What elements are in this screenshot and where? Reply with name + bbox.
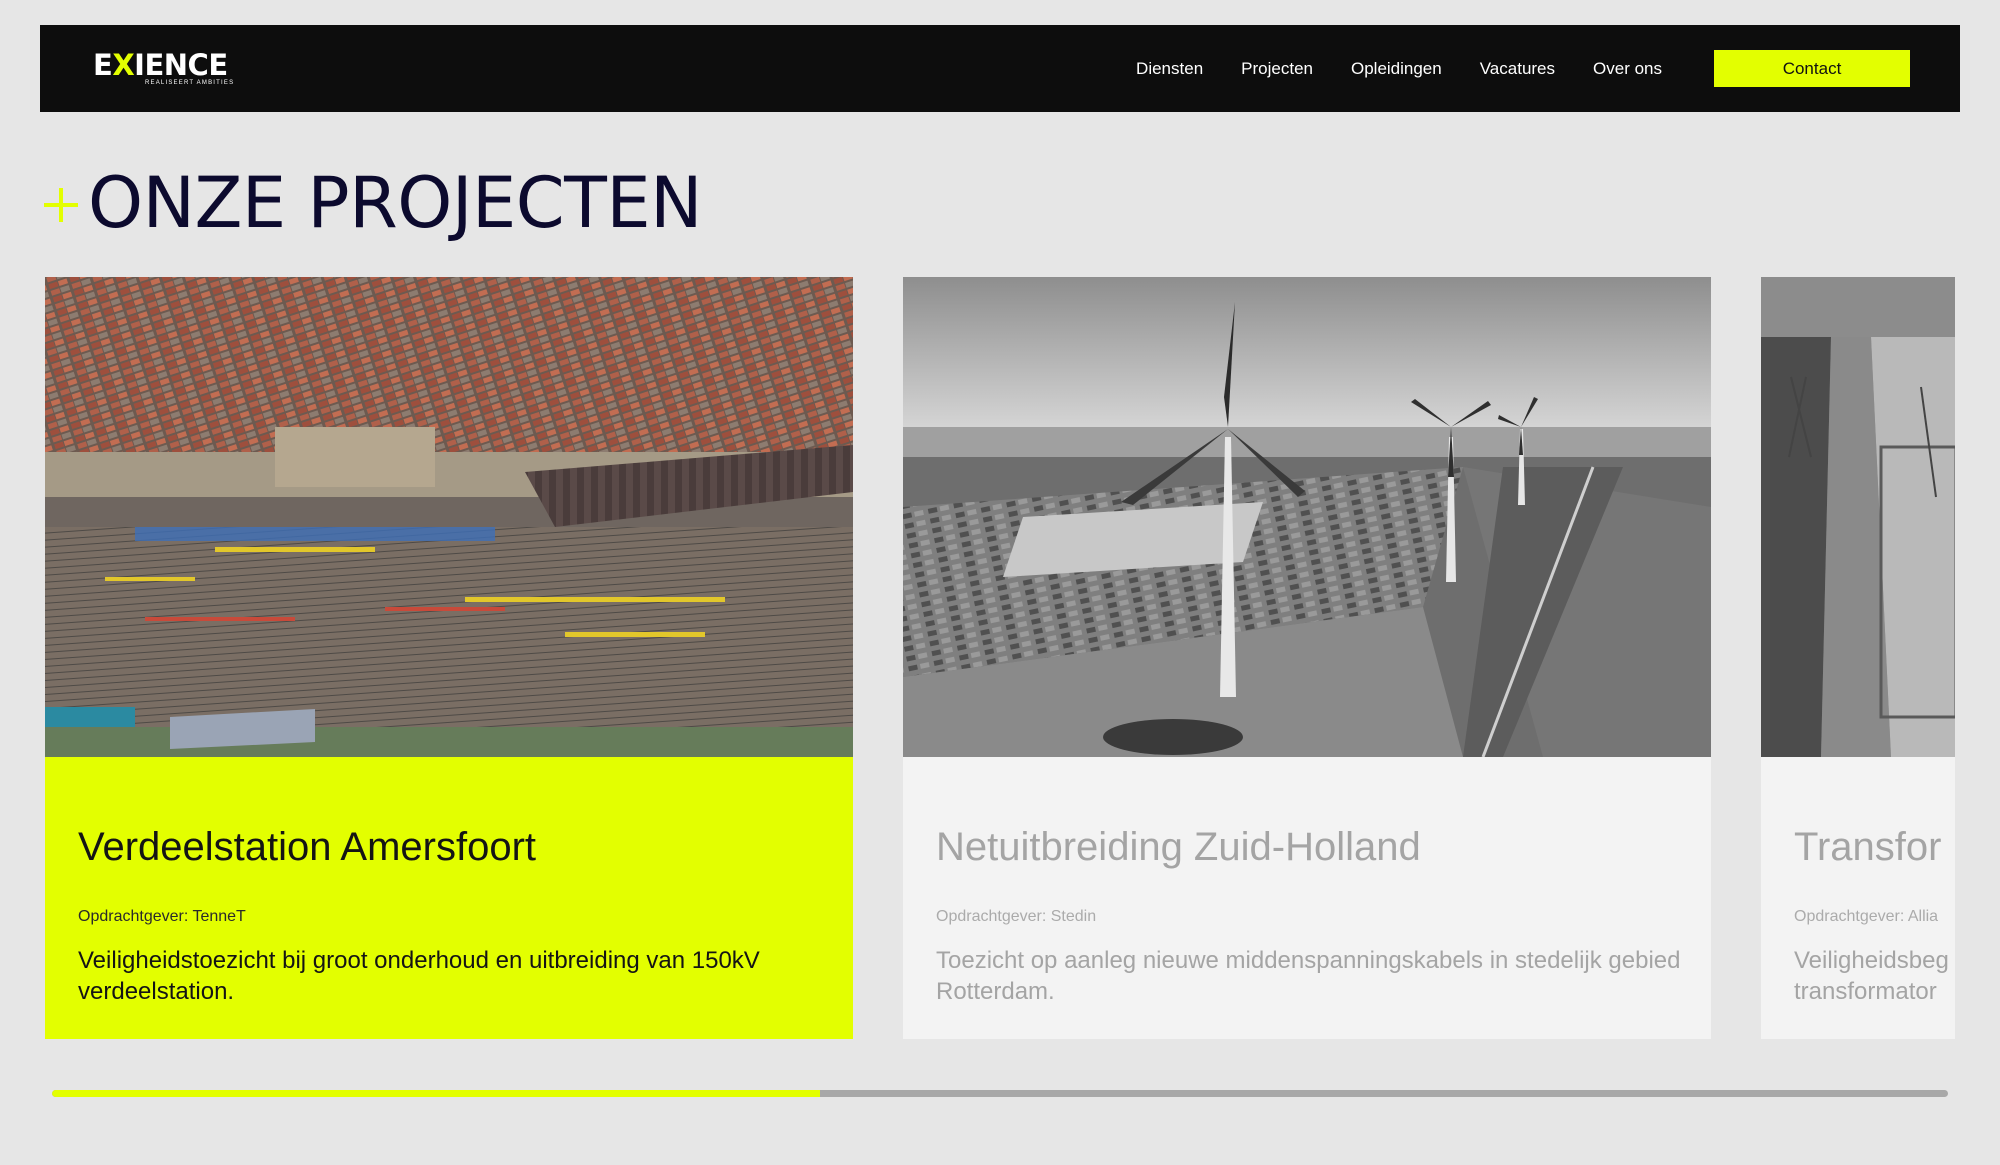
project-title[interactable]: Transfor — [1794, 825, 1941, 870]
page-title: ONZE PROJECTEN — [88, 162, 702, 244]
project-client: Opdrachtgever: TenneT — [78, 908, 246, 925]
project-client: Opdrachtgever: Stedin — [936, 908, 1097, 925]
project-card-body: Netuitbreiding Zuid-Holland Opdrachtgeve… — [903, 757, 1711, 1039]
projects-carousel[interactable]: Verdeelstation Amersfoort Opdrachtgever:… — [45, 277, 1955, 1039]
main-nav: Diensten Projecten Opleidingen Vacatures… — [1136, 25, 1662, 112]
project-card-transformator[interactable]: Transfor Opdrachtgever: Allia Veiligheid… — [1761, 277, 1955, 1039]
logo-wordmark: EXIENCE — [93, 48, 228, 82]
project-card-netuitbreiding-zuid-holland[interactable]: Netuitbreiding Zuid-Holland Opdrachtgeve… — [903, 277, 1711, 1039]
nav-item-over-ons[interactable]: Over ons — [1593, 59, 1662, 79]
carousel-scrollbar[interactable] — [52, 1090, 1948, 1097]
project-description: Veiligheidsbeg transformator — [1794, 947, 1949, 1005]
wind-turbines-photo — [903, 277, 1711, 757]
page-title-block: ONZE PROJECTEN — [44, 165, 702, 241]
contact-button[interactable]: Contact — [1714, 50, 1910, 87]
project-description: Veiligheidstoezicht bij groot onderhoud … — [78, 947, 760, 1005]
carousel-scrollbar-thumb[interactable] — [52, 1090, 820, 1097]
page: EXIENCE REALISEERT AMBITIES Diensten Pro… — [0, 0, 2000, 1165]
nav-item-projecten[interactable]: Projecten — [1241, 59, 1313, 79]
site-header: EXIENCE REALISEERT AMBITIES Diensten Pro… — [40, 25, 1960, 112]
project-card-verdeelstation-amersfoort[interactable]: Verdeelstation Amersfoort Opdrachtgever:… — [45, 277, 853, 1039]
nav-item-diensten[interactable]: Diensten — [1136, 59, 1203, 79]
project-client: Opdrachtgever: Allia — [1794, 908, 1939, 925]
project-description: Toezicht op aanleg nieuwe middenspanning… — [936, 947, 1681, 1005]
logo-tagline: REALISEERT AMBITIES — [145, 80, 235, 86]
project-card-body: Transfor Opdrachtgever: Allia Veiligheid… — [1761, 757, 1955, 1039]
project-card-body: Verdeelstation Amersfoort Opdrachtgever:… — [45, 757, 853, 1039]
project-title[interactable]: Netuitbreiding Zuid-Holland — [936, 825, 1421, 870]
nav-item-opleidingen[interactable]: Opleidingen — [1351, 59, 1442, 79]
project-title[interactable]: Verdeelstation Amersfoort — [78, 825, 536, 870]
exience-logo[interactable]: EXIENCE REALISEERT AMBITIES — [93, 51, 243, 91]
nav-item-vacatures[interactable]: Vacatures — [1480, 59, 1555, 79]
substation-aerial-photo — [1761, 277, 1955, 757]
plus-icon — [44, 188, 78, 222]
aerial-rail-yard-photo — [45, 277, 853, 757]
